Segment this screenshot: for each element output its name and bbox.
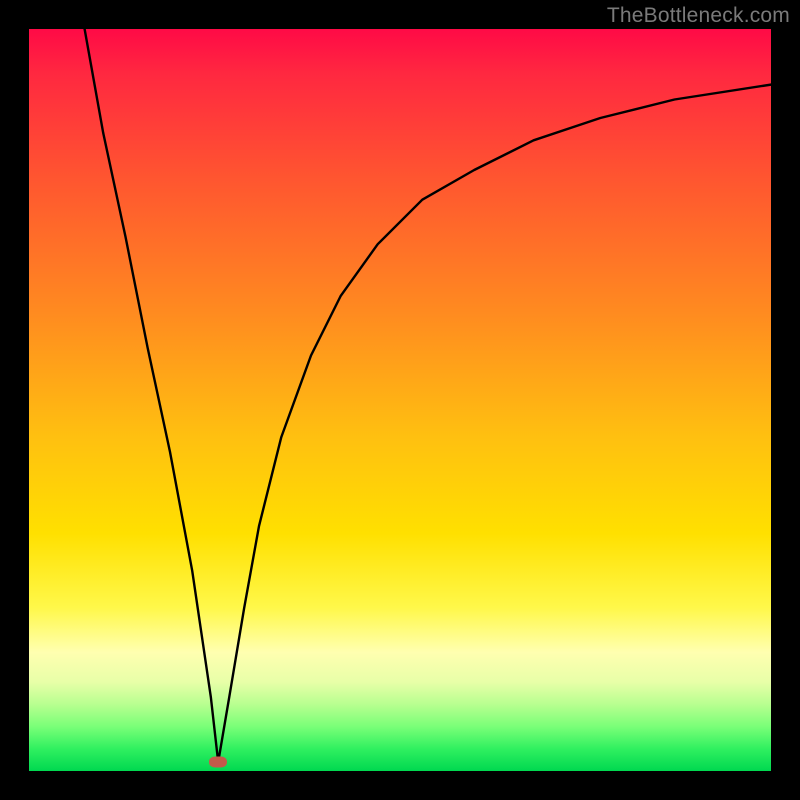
bottleneck-curve bbox=[29, 29, 771, 771]
chart-frame: TheBottleneck.com bbox=[0, 0, 800, 800]
minimum-marker bbox=[209, 757, 227, 768]
watermark-text: TheBottleneck.com bbox=[607, 4, 790, 28]
plot-area bbox=[29, 29, 771, 771]
